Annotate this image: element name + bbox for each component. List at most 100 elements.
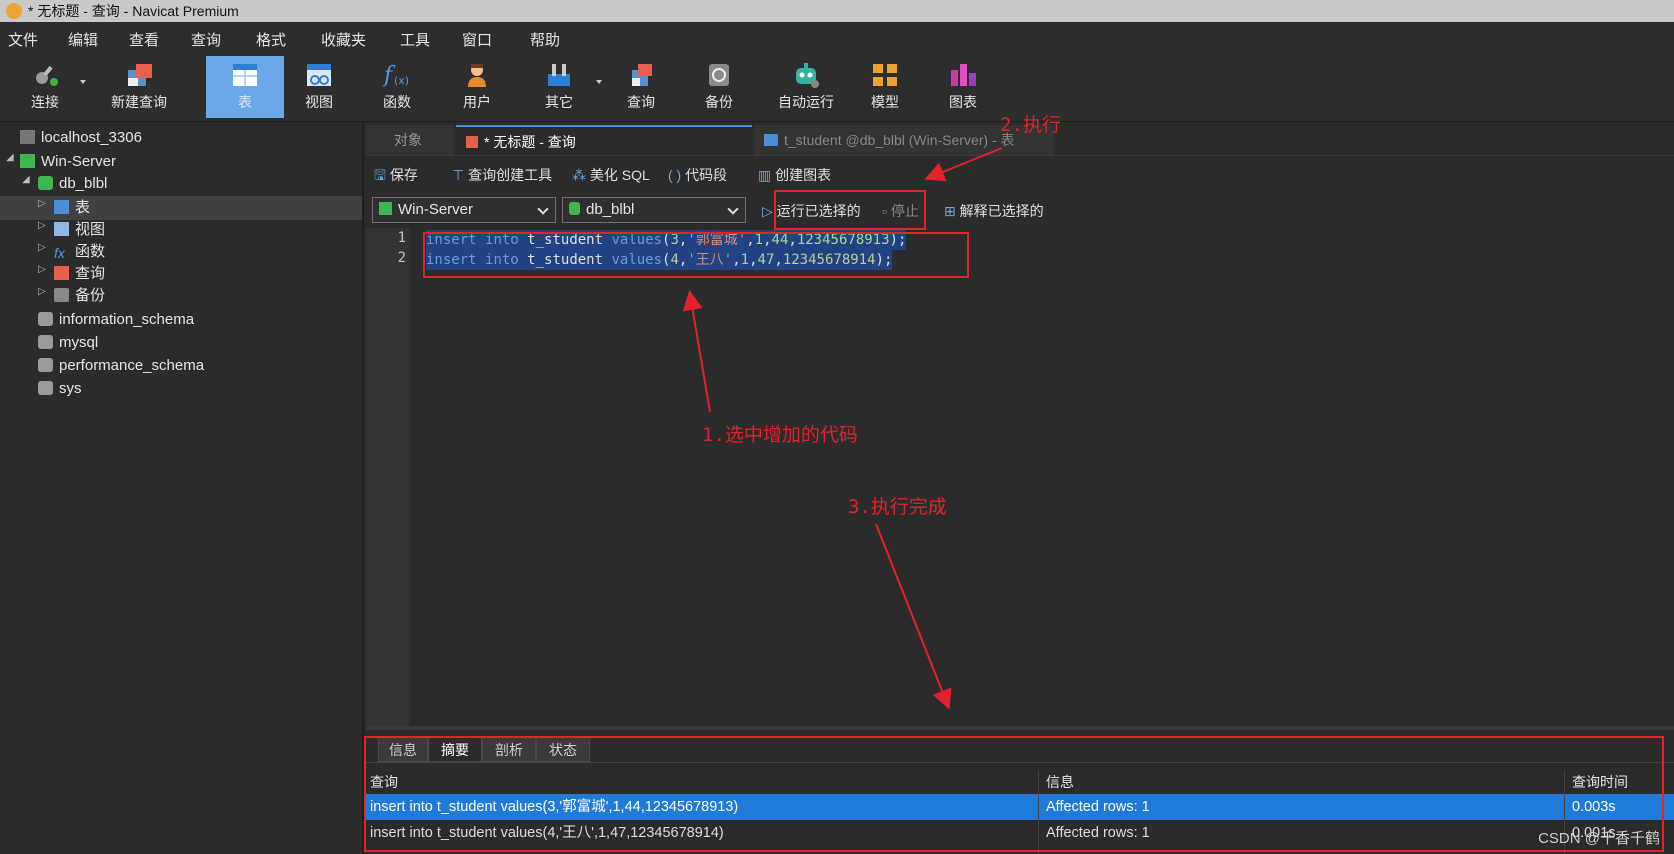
results-highlight-box [364,736,1664,852]
query-builder-icon: ⊤ [452,167,469,183]
run-button-highlight-box [774,190,926,230]
backup-icon [704,60,734,90]
table-icon [54,200,69,214]
tree-item-mysql[interactable]: mysql [38,331,98,355]
collapse-arrow-icon[interactable]: ▷ [38,242,46,253]
annotation-step-1: 1.选中增加的代码 [702,424,858,446]
robot-icon [791,60,821,90]
tree-item-localhost[interactable]: localhost_3306 [20,126,142,150]
other-button[interactable]: 其它 [526,56,592,118]
connect-button[interactable]: 连接 [12,56,78,118]
tree-item-queries[interactable]: 查询 [54,262,105,286]
collapse-arrow-icon[interactable]: ▷ [38,220,46,231]
tree-item-information-schema[interactable]: information_schema [38,308,194,332]
tree-item-db-blbl[interactable]: db_blbl [38,172,107,196]
database-icon [38,381,53,395]
user-button[interactable]: 用户 [444,56,510,118]
create-chart-button[interactable]: ▥ 创建图表 [758,165,831,185]
view-icon [304,60,334,90]
menu-edit[interactable]: 编辑 [68,29,98,50]
query-icon [626,60,656,90]
function-icon: fx [54,245,65,261]
collapse-arrow-icon[interactable]: ▷ [38,286,46,297]
tree-item-views[interactable]: 视图 [54,218,105,242]
backup-icon [54,288,69,302]
query-button[interactable]: 查询 [608,56,674,118]
annotation-step-2: 2.执行 [1000,114,1061,136]
chevron-down-icon [727,203,739,215]
query-icon [466,136,478,148]
menu-query[interactable]: 查询 [191,29,221,50]
database-icon [38,358,53,372]
line-number: 1 [397,230,406,246]
database-icon [38,335,53,349]
watermark: CSDN @千香千鹤 [1538,830,1660,847]
new-query-icon [124,60,154,90]
user-icon [462,60,492,90]
menu-view[interactable]: 查看 [129,29,159,50]
tab-untitled-query[interactable]: * 无标题 - 查询 [456,125,752,155]
backup-button[interactable]: 备份 [686,56,752,118]
connection-icon [379,202,392,215]
selector-bar: Win-Server db_blbl ▷ 运行已选择的 ▫ 停止 ⊞ 解释已选择… [366,191,1674,227]
tree-item-functions[interactable]: fx 函数 [54,240,105,264]
svg-text:(x): (x) [394,74,409,87]
menu-format[interactable]: 格式 [256,29,286,50]
collapse-arrow-icon[interactable]: ▷ [38,264,46,275]
connect-dropdown-icon[interactable] [80,80,86,84]
navicat-logo-icon [6,3,22,19]
window-title: * 无标题 - 查询 - Navicat Premium [28,3,239,19]
menu-favorites[interactable]: 收藏夹 [321,29,366,50]
tree-item-backups[interactable]: 备份 [54,284,105,308]
tree-item-sys[interactable]: sys [38,377,82,401]
query-icon [54,266,69,280]
explain-icon: ⊞ [944,203,960,219]
menu-window[interactable]: 窗口 [462,29,492,50]
connection-select[interactable]: Win-Server [372,197,556,223]
tools-icon [544,60,574,90]
database-icon [569,202,580,215]
menu-help[interactable]: 帮助 [530,29,560,50]
chevron-down-icon [537,203,549,215]
database-select[interactable]: db_blbl [562,197,746,223]
connection-icon [20,130,35,144]
annotation-step-3: 3.执行完成 [848,496,947,518]
save-button[interactable]: 🖫 保存 [374,165,418,189]
other-dropdown-icon[interactable] [596,80,602,84]
view-icon [54,222,69,236]
tree-item-win-server[interactable]: Win-Server [20,150,116,174]
tab-objects[interactable]: 对象 [366,125,454,155]
main-toolbar: 连接 新建查询 表 视图 f (x) 函数 用户 其它 查询 备份 自动运行 模型 [0,52,1674,122]
connection-icon [20,154,35,168]
chart-button[interactable]: 图表 [930,56,996,118]
menu-tools[interactable]: 工具 [400,29,430,50]
database-icon [38,176,53,190]
query-toolbar: 🖫 保存 ⊤ 查询创建工具 ⁂ 美化 SQL ( ) 代码段 ▥ 创建图表 [366,155,1674,191]
magic-wand-icon: ⁂ [572,167,590,183]
menu-bar: 文件 编辑 查看 查询 格式 收藏夹 工具 窗口 帮助 [0,22,1674,52]
new-query-button[interactable]: 新建查询 [94,56,184,118]
tree-item-tables[interactable]: 表 [54,196,90,220]
beautify-sql-button[interactable]: ⁂ 美化 SQL [572,165,650,185]
table-icon [230,60,260,90]
view-button[interactable]: 视图 [286,56,352,118]
menu-file[interactable]: 文件 [8,29,38,50]
table-icon [764,134,778,146]
model-button[interactable]: 模型 [852,56,918,118]
table-button[interactable]: 表 [206,56,284,118]
explain-selected-button[interactable]: ⊞ 解释已选择的 [944,201,1044,221]
auto-run-button[interactable]: 自动运行 [764,56,848,118]
sql-editor[interactable]: 1 2 insert into t_student values(3,'郭富城'… [366,228,1674,726]
collapse-arrow-icon[interactable]: ▷ [38,198,46,209]
query-builder-button[interactable]: ⊤ 查询创建工具 [452,165,552,185]
code-snippet-button[interactable]: ( ) 代码段 [668,165,727,185]
save-icon: 🖫 [374,167,390,183]
function-icon: f (x) [382,60,412,90]
database-icon [38,312,53,326]
model-icon [870,60,900,90]
plug-icon [30,60,60,90]
expand-arrow-icon[interactable]: ◢ [22,174,30,185]
tree-item-performance-schema[interactable]: performance_schema [38,354,204,378]
expand-arrow-icon[interactable]: ◢ [6,152,14,163]
function-button[interactable]: f (x) 函数 [364,56,430,118]
